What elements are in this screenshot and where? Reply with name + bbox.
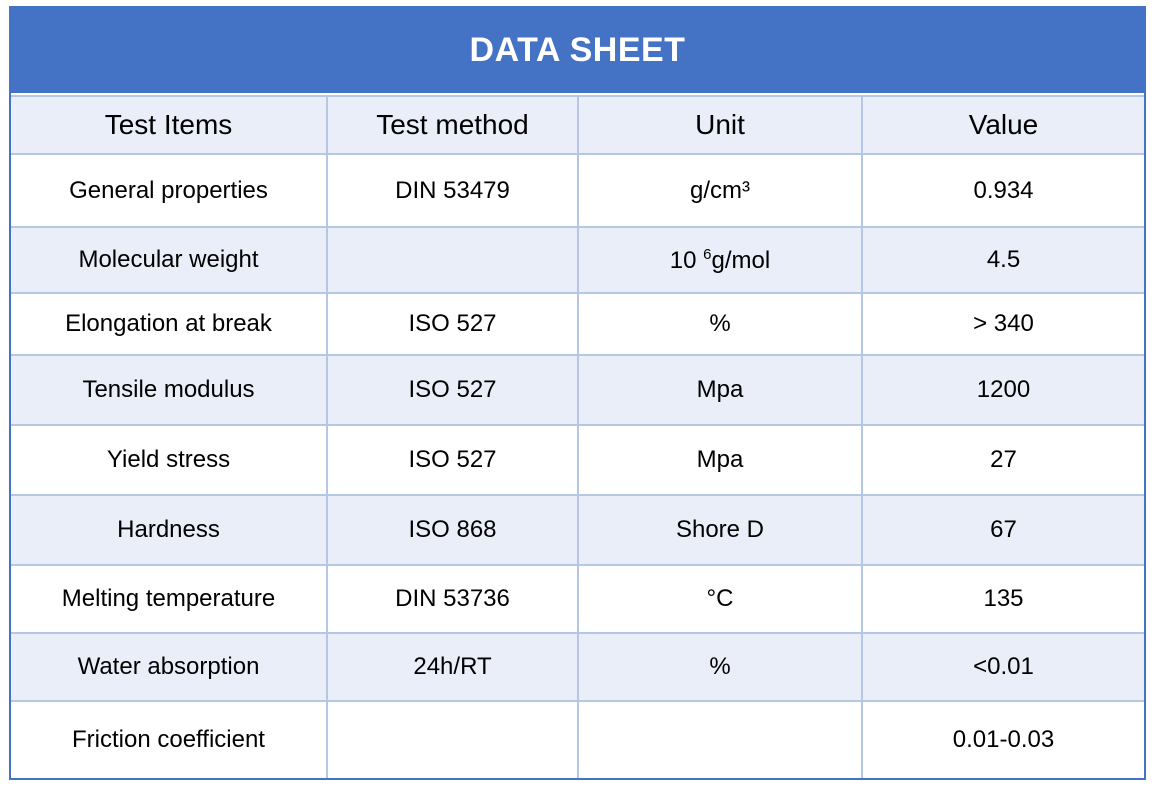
table-row: Melting temperature DIN 53736 °C 135 [11,564,1144,634]
column-header-unit: Unit [577,95,863,155]
table-row: Tensile modulus ISO 527 Mpa 1200 [11,354,1144,426]
table-row: Friction coefficient 0.01-0.03 [11,700,1144,778]
cell-test-item: Friction coefficient [11,700,328,778]
table-row: Water absorption 24h/RT % <0.01 [11,632,1144,702]
cell-value: 1200 [861,354,1144,426]
cell-test-item: General properties [11,153,328,228]
unit-suffix: g/mol [711,246,771,274]
cell-test-method: ISO 527 [326,424,579,496]
unit-prefix: 10 [669,246,704,274]
column-header-value: Value [861,95,1144,155]
cell-test-item: Tensile modulus [11,354,328,426]
cell-value: <0.01 [861,632,1144,702]
cell-value: 0.934 [861,153,1144,228]
cell-value: > 340 [861,292,1144,356]
cell-value: 0.01-0.03 [861,700,1144,778]
cell-value: 4.5 [861,226,1144,294]
table-row: Hardness ISO 868 Shore D 67 [11,494,1144,566]
cell-test-item: Melting temperature [11,564,328,634]
table-row: Elongation at break ISO 527 % > 340 [11,292,1144,356]
cell-test-method [326,226,579,294]
cell-unit: Mpa [577,354,863,426]
unit-exponent: 6 [703,245,712,263]
column-header-test-items: Test Items [11,95,328,155]
header-row: Test Items Test method Unit Value [11,95,1144,155]
cell-unit: °C [577,564,863,634]
cell-test-item: Water absorption [11,632,328,702]
data-sheet-table: DATA SHEET Test Items Test method Unit V… [9,6,1146,780]
cell-test-item: Yield stress [11,424,328,496]
cell-unit: Mpa [577,424,863,496]
cell-value: 67 [861,494,1144,566]
table-row: Molecular weight 10 6g/mol 4.5 [11,226,1144,294]
cell-unit: Shore D [577,494,863,566]
cell-test-method [326,700,579,778]
cell-unit: 10 6g/mol [577,226,863,294]
cell-test-item: Elongation at break [11,292,328,356]
cell-unit [577,700,863,778]
cell-test-item: Molecular weight [11,226,328,294]
cell-test-method: ISO 527 [326,354,579,426]
cell-test-method: 24h/RT [326,632,579,702]
cell-test-method: DIN 53736 [326,564,579,634]
table-row: General properties DIN 53479 g/cm³ 0.934 [11,153,1144,228]
cell-test-method: ISO 527 [326,292,579,356]
cell-test-item: Hardness [11,494,328,566]
cell-unit: % [577,632,863,702]
cell-value: 135 [861,564,1144,634]
cell-test-method: ISO 868 [326,494,579,566]
cell-test-method: DIN 53479 [326,153,579,228]
cell-unit: g/cm³ [577,153,863,228]
properties-table: Test Items Test method Unit Value Genera… [11,95,1144,778]
table-row: Yield stress ISO 527 Mpa 27 [11,424,1144,496]
cell-unit: % [577,292,863,356]
cell-value: 27 [861,424,1144,496]
column-header-test-method: Test method [326,95,579,155]
sheet-title: DATA SHEET [11,8,1144,95]
